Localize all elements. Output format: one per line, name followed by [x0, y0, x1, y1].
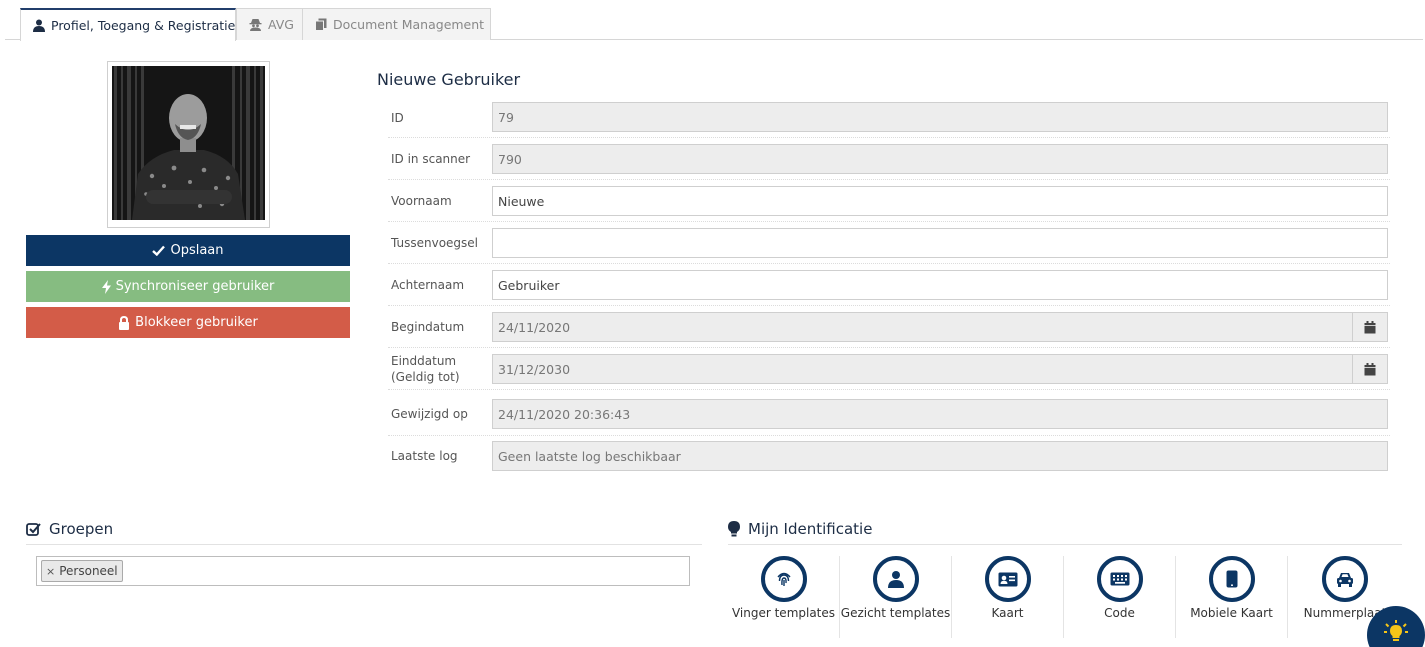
page-title: Nieuwe Gebruiker — [377, 70, 521, 89]
field-label: Voornaam — [391, 194, 452, 208]
profile-photo-frame[interactable] — [107, 61, 270, 228]
field-row-id: ID 79 — [388, 96, 1390, 138]
tab-label: Document Management — [333, 17, 485, 32]
field-row-voornaam: Voornaam Nieuwe — [388, 180, 1390, 222]
bolt-icon — [101, 279, 111, 294]
field-row-einddatum: Einddatum (Geldig tot) 31/12/2030 — [388, 348, 1390, 390]
scanner-id-field: 790 — [492, 144, 1388, 174]
id-option-label: Kaart — [991, 606, 1024, 620]
user-icon — [33, 19, 45, 32]
remove-chip-icon[interactable]: × — [46, 565, 55, 578]
tab-label: AVG — [268, 17, 294, 32]
id-field: 79 — [492, 102, 1388, 132]
id-option-circle — [760, 556, 807, 602]
groups-section-title: Groepen — [26, 520, 113, 538]
tab-document-management[interactable]: Document Management — [302, 8, 491, 40]
id-option-label: Vinger templates — [731, 606, 836, 620]
field-label: ID — [391, 111, 404, 125]
fingerprint-icon — [776, 572, 791, 586]
laatste-log-field: Geen laatste log beschikbaar — [492, 441, 1388, 471]
sync-label: Synchroniseer gebruiker — [115, 279, 275, 294]
field-label: Einddatum (Geldig tot) — [391, 354, 460, 384]
field-label: Laatste log — [391, 449, 458, 463]
field-label: Gewijzigd op — [391, 407, 468, 421]
id-option-circle — [1322, 556, 1368, 602]
id-option-circle — [1096, 556, 1143, 602]
field-label: ID in scanner — [391, 152, 471, 166]
id-option-fingerprint[interactable]: Vinger templates — [728, 556, 840, 638]
calendar-icon — [1364, 320, 1376, 333]
voornaam-input[interactable]: Nieuwe — [492, 186, 1388, 216]
id-option-mobile-card[interactable]: Mobiele Kaart — [1176, 556, 1288, 638]
id-option-face[interactable]: Gezicht templates — [840, 556, 952, 638]
field-row-tussenvoegsel: Tussenvoegsel — [388, 222, 1390, 264]
sync-user-button[interactable]: Synchroniseer gebruiker — [26, 271, 350, 302]
tab-avg[interactable]: AVG — [236, 8, 304, 40]
id-option-label: Gezicht templates — [840, 606, 951, 620]
check-square-icon — [26, 522, 41, 536]
lightbulb-icon — [1384, 620, 1408, 641]
mobile-icon — [1226, 570, 1237, 588]
identification-section-title: Mijn Identificatie — [728, 520, 872, 538]
field-label: Achternaam — [391, 278, 465, 292]
check-icon — [152, 245, 166, 256]
field-label: Begindatum — [391, 320, 465, 334]
field-row-scanner-id: ID in scanner 790 — [388, 138, 1390, 180]
gewijzigd-op-field: 24/11/2020 20:36:43 — [492, 399, 1388, 429]
begindatum-input[interactable]: 24/11/2020 — [492, 312, 1353, 342]
id-option-circle — [872, 556, 919, 602]
face-user-icon — [887, 571, 904, 588]
keyboard-icon — [1110, 572, 1129, 586]
lightbulb-icon — [728, 521, 740, 537]
car-icon — [1337, 572, 1353, 587]
group-chip[interactable]: × Personeel — [41, 560, 123, 582]
tussenvoegsel-input[interactable] — [492, 228, 1388, 258]
field-row-begindatum: Begindatum 24/11/2020 — [388, 306, 1390, 348]
id-option-label: Code — [1104, 606, 1135, 620]
id-option-code[interactable]: Code — [1064, 556, 1176, 638]
groups-divider — [26, 544, 702, 545]
save-label: Opslaan — [170, 243, 224, 258]
lock-icon — [119, 315, 130, 330]
copy-icon — [315, 18, 327, 31]
user-secret-icon — [249, 19, 262, 31]
einddatum-calendar-button[interactable] — [1352, 354, 1388, 384]
tab-profiel[interactable]: Profiel, Toegang & Registratie — [20, 8, 236, 41]
achternaam-input[interactable]: Gebruiker — [492, 270, 1388, 300]
groups-select[interactable]: × Personeel — [36, 556, 690, 586]
einddatum-input[interactable]: 31/12/2030 — [492, 354, 1353, 384]
tab-bar: Profiel, Toegang & Registratie AVG Docum… — [5, 8, 1423, 41]
identification-divider — [728, 544, 1402, 545]
tab-label: Profiel, Toegang & Registratie — [51, 18, 236, 33]
block-label: Blokkeer gebruiker — [135, 315, 258, 330]
block-user-button[interactable]: Blokkeer gebruiker — [26, 307, 350, 338]
profile-photo — [112, 66, 265, 220]
calendar-icon — [1364, 362, 1376, 375]
field-row-laatste-log: Laatste log Geen laatste log beschikbaar — [388, 436, 1390, 478]
field-row-achternaam: Achternaam Gebruiker — [388, 264, 1390, 306]
field-label: Tussenvoegsel — [391, 236, 479, 250]
save-button[interactable]: Opslaan — [26, 235, 350, 266]
id-option-circle — [984, 556, 1031, 602]
id-option-card[interactable]: Kaart — [952, 556, 1064, 638]
id-option-circle — [1208, 556, 1255, 602]
groups-title: Groepen — [49, 520, 114, 538]
begindatum-calendar-button[interactable] — [1352, 312, 1388, 342]
field-row-gewijzigd-op: Gewijzigd op 24/11/2020 20:36:43 — [388, 393, 1390, 436]
id-option-label: Mobiele Kaart — [1190, 606, 1273, 620]
group-chip-label: Personeel — [59, 564, 118, 578]
identification-title: Mijn Identificatie — [748, 520, 873, 538]
id-card-icon — [998, 572, 1017, 586]
